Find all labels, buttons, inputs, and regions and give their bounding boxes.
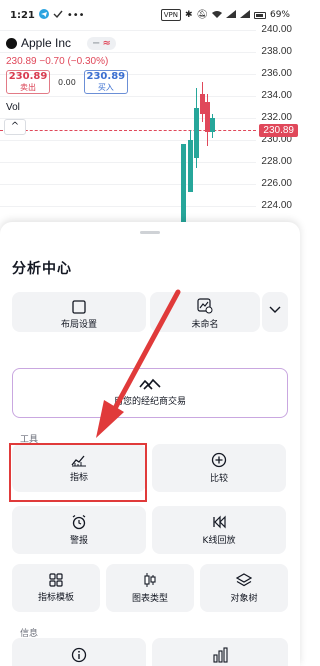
price-tick: 226.00 <box>261 178 292 189</box>
sell-label: 卖出 <box>20 83 36 92</box>
chart-type-button[interactable]: 图表类型 <box>106 564 194 612</box>
dots-icon: ••• <box>66 9 85 21</box>
gridline <box>0 30 256 31</box>
sell-price: 230.89 <box>8 71 48 82</box>
price-change: 230.89 −0.70 (−0.30%) <box>6 56 109 67</box>
mute-icon: 🔕︎ <box>196 10 208 20</box>
bar-replay-label: K线回放 <box>202 536 236 546</box>
price-tick: 234.00 <box>261 90 292 101</box>
financials-button[interactable] <box>152 638 288 666</box>
gridline <box>0 52 256 53</box>
volume-label[interactable]: Vol <box>6 102 20 113</box>
sheet-drag-handle[interactable] <box>140 231 160 234</box>
bar-chart-icon <box>152 647 288 666</box>
buy-label: 买入 <box>97 83 114 92</box>
highlight-box <box>9 443 147 502</box>
square-icon <box>12 300 146 317</box>
rewind-icon <box>152 514 286 533</box>
layout-settings-label: 布局设置 <box>60 320 97 330</box>
compare-label: 比较 <box>209 474 228 484</box>
price-tick: 238.00 <box>261 46 292 57</box>
telegram-icon <box>38 8 49 22</box>
price-tick: 240.00 <box>261 24 292 35</box>
price-tick: 224.00 <box>261 200 292 211</box>
tick-icon <box>53 9 63 22</box>
price-tick: 232.00 <box>261 112 292 123</box>
indicator-template-label: 指标模板 <box>37 593 74 603</box>
alert-button[interactable]: 警报 <box>12 506 146 554</box>
plus-circle-icon <box>152 452 286 471</box>
info-icon <box>12 647 146 666</box>
handshake-icon <box>13 377 287 394</box>
gridline <box>0 162 256 163</box>
object-tree-label: 对象树 <box>230 594 258 604</box>
compare-button[interactable]: 比较 <box>152 444 286 492</box>
gridline <box>0 184 256 185</box>
price-tick: 236.00 <box>261 68 292 79</box>
bar-replay-button[interactable]: K线回放 <box>152 506 286 554</box>
alert-label: 警报 <box>69 536 88 546</box>
object-tree-button[interactable]: 对象树 <box>200 564 288 612</box>
layers-icon <box>200 572 288 591</box>
spread: 0.00 <box>58 77 76 87</box>
bluetooth-icon: ✱ <box>185 10 193 20</box>
grid-icon <box>12 573 100 590</box>
status-bar: 1:21 ••• VPN ✱ 🔕︎ 69% <box>0 0 300 30</box>
broker-label: 用您的经纪商交易 <box>113 397 186 407</box>
chart-area[interactable]: Apple Inc − ≈ 230.89 −0.70 (−0.30%) 230.… <box>0 24 300 230</box>
chart-type-label: 图表类型 <box>131 594 168 604</box>
signal-icon <box>225 9 236 21</box>
symbol-name[interactable]: Apple Inc <box>21 36 71 50</box>
chevron-down-icon <box>262 306 288 317</box>
unnamed-layout-button[interactable]: 未命名 <box>150 292 260 332</box>
gridline <box>0 118 256 119</box>
indicator-template-button[interactable]: 指标模板 <box>12 564 100 612</box>
pill-a: − <box>92 37 101 49</box>
battery-level: 69% <box>269 10 290 20</box>
buy-price: 230.89 <box>86 71 126 82</box>
vpn-badge: VPN <box>160 9 181 21</box>
wifi-icon <box>211 10 222 21</box>
sheet-title: 分析中心 <box>12 261 72 277</box>
status-time: 1:21 <box>10 9 35 21</box>
current-price-line <box>0 130 256 131</box>
gridline <box>0 96 256 97</box>
alarm-icon <box>12 514 146 533</box>
collapse-legend-button[interactable]: ^ <box>4 119 26 135</box>
price-tick: 228.00 <box>261 156 292 167</box>
chart-save-icon <box>150 298 260 317</box>
candles-icon <box>106 572 194 591</box>
battery-icon <box>253 11 266 19</box>
sell-button[interactable]: 230.89 卖出 <box>6 70 50 94</box>
layout-dropdown-button[interactable] <box>262 292 288 332</box>
info-button[interactable] <box>12 638 146 666</box>
layout-settings-button[interactable]: 布局设置 <box>12 292 146 332</box>
gridline <box>0 140 256 141</box>
unnamed-label: 未命名 <box>191 320 219 330</box>
buy-button[interactable]: 230.89 买入 <box>83 70 128 94</box>
trade-with-broker-button[interactable]: 用您的经纪商交易 <box>12 368 288 418</box>
signal-icon-2 <box>239 9 250 21</box>
chart-mode-pill[interactable]: − ≈ <box>87 36 116 50</box>
gridline <box>0 206 256 207</box>
current-price-tag: 230.89 <box>259 124 298 137</box>
symbol-header: Apple Inc − ≈ <box>6 36 116 50</box>
pill-b: ≈ <box>102 37 111 49</box>
bid-ask-row: 230.89 卖出 0.00 230.89 买入 <box>6 70 128 94</box>
apple-logo-icon <box>6 37 17 49</box>
